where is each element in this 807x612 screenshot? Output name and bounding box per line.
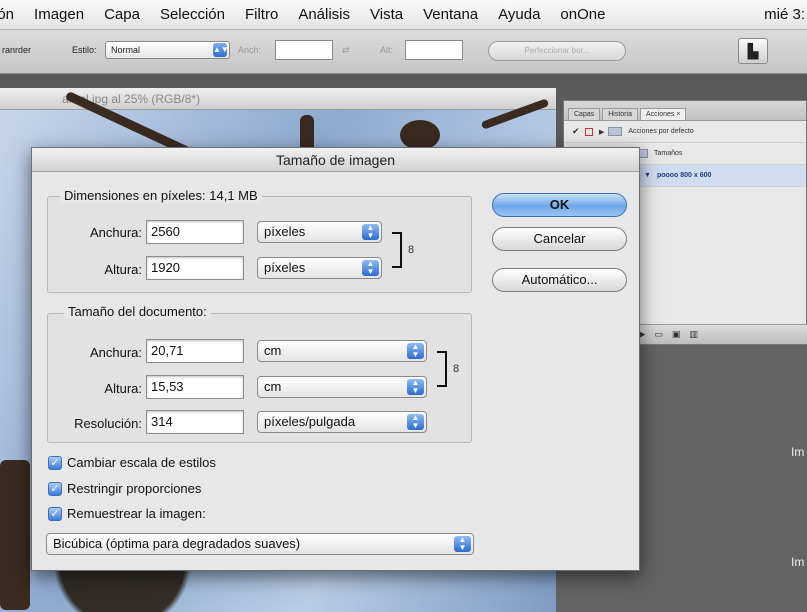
resolution-label: Resolución: — [74, 416, 142, 431]
pixel-width-unit-select[interactable]: píxeles ▲ ▼ — [257, 221, 382, 243]
menu-item-onone[interactable]: onOne — [550, 6, 615, 23]
pixel-width-label: Anchura: — [89, 225, 142, 240]
link-bracket — [437, 351, 447, 387]
doc-height-unit-select[interactable]: cm ▲ ▼ — [257, 376, 427, 398]
resample-method-value: Bicúbica (óptima para degradados suaves) — [53, 536, 301, 551]
doc-height-unit: cm — [264, 379, 282, 394]
scale-styles-checkbox-row[interactable]: ✓ Cambiar escala de estilos — [48, 455, 216, 470]
pixel-height-label: Altura: — [104, 262, 142, 277]
pixel-width-unit: píxeles — [264, 224, 306, 239]
resample-checkbox-row[interactable]: ✓ Remuestrear la imagen: — [48, 506, 206, 521]
doc-width-label: Anchura: — [89, 345, 142, 360]
pixel-height-input[interactable]: 1920 — [146, 256, 244, 280]
menu-clock[interactable]: mié 3: — [764, 6, 805, 23]
folder-icon — [608, 127, 623, 136]
image-size-dialog: Tamaño de imagen Dimensiones en píxeles:… — [31, 147, 640, 571]
tab-actions[interactable]: Acciones × — [639, 108, 687, 120]
style-label: Estilo: — [72, 45, 97, 55]
width-input[interactable] — [275, 40, 333, 60]
menu-bar: ión Imagen Capa Selección Filtro Análisi… — [0, 0, 807, 30]
scale-styles-checkbox[interactable]: ✓ — [48, 455, 62, 470]
select-arrows-icon: ▲▼ — [454, 536, 471, 552]
select-arrows-icon: ▲▼ — [407, 414, 424, 430]
resample-label: Remuestrear la imagen: — [67, 506, 206, 521]
select-arrows-icon: ▲▼ — [407, 343, 424, 359]
constrain-proportions-label: Restringir proporciones — [67, 481, 202, 496]
style-select-value: Normal — [111, 45, 141, 55]
doc-width-input[interactable]: 20,71 — [146, 339, 244, 363]
menu-item-window[interactable]: Ventana — [413, 6, 488, 23]
resample-method-select[interactable]: Bicúbica (óptima para degradados suaves)… — [46, 533, 474, 555]
menu-item-image[interactable]: Imagen — [24, 6, 94, 23]
link-bracket — [392, 232, 402, 268]
doc-width-unit-select[interactable]: cm ▲ ▼ — [257, 340, 427, 362]
dock-label: Im — [791, 445, 805, 459]
menu-item-edit[interactable]: ión — [0, 6, 24, 23]
pixel-height-unit: píxeles — [264, 260, 306, 275]
triangle-icon[interactable]: ▶ — [599, 128, 604, 136]
ok-button[interactable]: OK — [492, 193, 627, 217]
dialog-title: Tamaño de imagen — [32, 148, 639, 172]
doc-height-label: Altura: — [104, 381, 142, 396]
tree-branch — [400, 120, 440, 150]
pixel-width-input[interactable]: 2560 — [146, 220, 244, 244]
triangle-icon[interactable]: ▼ — [644, 172, 651, 179]
swap-icon[interactable]: ⇄ — [342, 45, 350, 56]
resolution-unit-select[interactable]: píxeles/pulgada ▲ ▼ — [257, 411, 427, 433]
new-action-icon[interactable]: ▣ — [672, 329, 681, 340]
tab-history[interactable]: Historia — [602, 108, 638, 120]
constrain-proportions-checkbox[interactable]: ✓ — [48, 481, 62, 496]
check-icon[interactable]: ✔ — [572, 126, 581, 137]
action-label: poooo 800 x 600 — [656, 172, 712, 179]
tab-layers[interactable]: Capas — [568, 108, 601, 120]
panel-tabs: Capas Historia Acciones × — [564, 101, 806, 121]
menu-item-filter[interactable]: Filtro — [235, 6, 288, 23]
tree-branch — [0, 460, 30, 610]
cancel-button[interactable]: Cancelar — [492, 227, 627, 251]
select-arrows-icon: ▲▼ — [407, 379, 424, 395]
select-arrows-icon: ▲▼ — [213, 43, 229, 57]
option-label: ranrder — [2, 45, 32, 55]
width-label: Anch: — [238, 45, 262, 55]
menu-item-help[interactable]: Ayuda — [488, 6, 550, 23]
constrain-proportions-checkbox-row[interactable]: ✓ Restringir proporciones — [48, 481, 201, 496]
chain-link-icon: 8 — [453, 363, 460, 375]
menu-item-analysis[interactable]: Análisis — [288, 6, 360, 23]
pixel-dimensions-label: Dimensiones en píxeles: 14,1 MB — [60, 188, 262, 203]
doc-height-input[interactable]: 15,53 — [146, 375, 244, 399]
menu-item-layer[interactable]: Capa — [94, 6, 150, 23]
delete-icon[interactable]: ▥ — [689, 329, 698, 340]
menu-item-select[interactable]: Selección — [150, 6, 235, 23]
style-select[interactable]: Normal ▲▼ — [105, 41, 230, 59]
height-label: Alt: — [380, 45, 394, 55]
doc-width-unit: cm — [264, 343, 282, 358]
resolution-input[interactable]: 314 — [146, 410, 244, 434]
document-size-label: Tamaño del documento: — [64, 304, 211, 319]
action-set-label: Acciones por defecto — [628, 128, 694, 135]
select-arrows-icon: ▲▼ — [362, 224, 379, 240]
options-bar: ranrder Estilo: Normal ▲▼ Anch: ⇄ Alt: P… — [0, 30, 807, 74]
action-set-row[interactable]: ✔ ▶ Acciones por defecto — [564, 121, 806, 143]
chain-link-icon: 8 — [408, 244, 415, 256]
auto-button[interactable]: Automático... — [492, 268, 627, 292]
height-input[interactable] — [405, 40, 463, 60]
action-set-label: Tamaños — [654, 150, 683, 157]
new-set-icon[interactable]: ▭ — [654, 329, 663, 340]
refine-edge-button[interactable]: Perfeccionar bor... — [488, 41, 626, 61]
scale-styles-label: Cambiar escala de estilos — [67, 455, 216, 470]
resolution-unit: píxeles/pulgada — [264, 414, 356, 429]
resample-checkbox[interactable]: ✓ — [48, 506, 62, 521]
menu-item-view[interactable]: Vista — [360, 6, 413, 23]
dialog-toggle-icon[interactable] — [585, 127, 593, 136]
dock-label: Im — [791, 555, 805, 569]
tool-preset-icon[interactable]: ▙ — [738, 38, 768, 64]
pixel-height-unit-select[interactable]: píxeles ▲ ▼ — [257, 257, 382, 279]
select-arrows-icon: ▲▼ — [362, 260, 379, 276]
